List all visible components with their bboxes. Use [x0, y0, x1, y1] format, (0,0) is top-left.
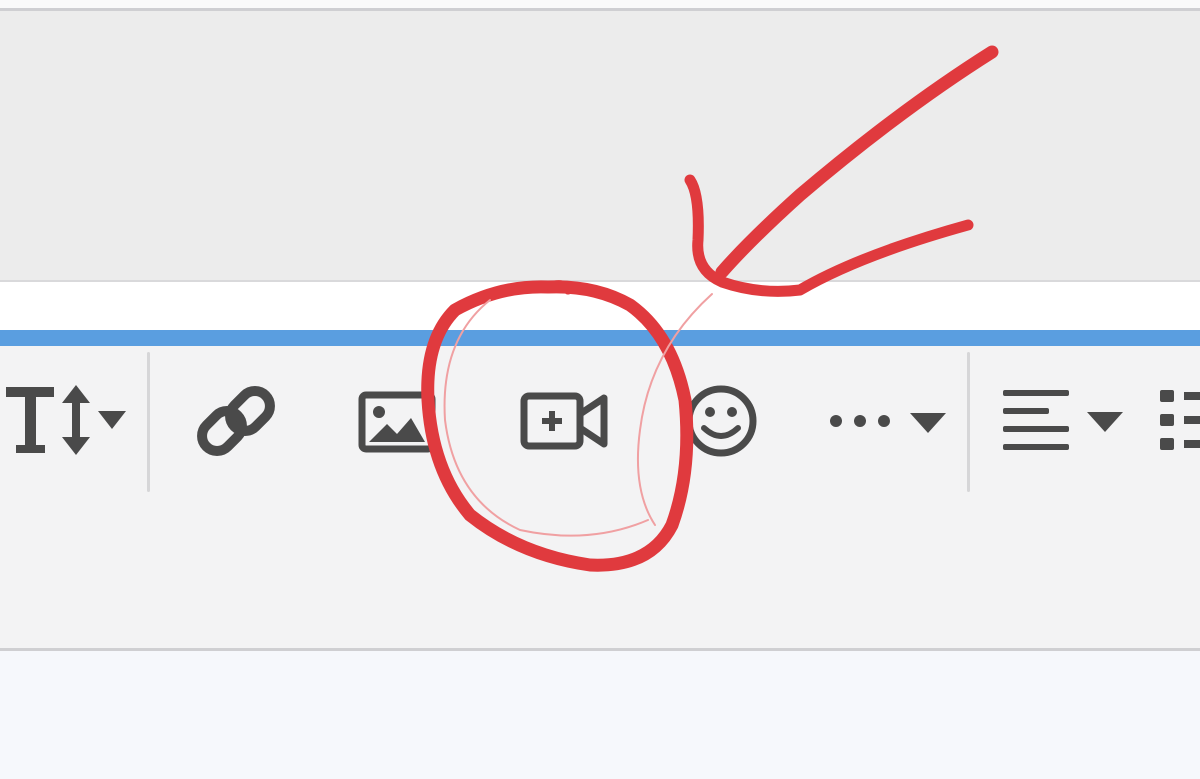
link-button[interactable]	[197, 382, 278, 462]
editor-content-area[interactable]	[0, 651, 1200, 779]
link-icon	[197, 386, 275, 456]
text-size-icon	[6, 385, 126, 455]
more-options-icon	[830, 413, 946, 433]
toolbar-separator	[967, 352, 970, 492]
emoji-icon	[685, 385, 757, 457]
add-video-button[interactable]	[520, 392, 608, 452]
header-area	[0, 11, 1200, 282]
list-button[interactable]	[1160, 390, 1200, 452]
top-edge	[0, 0, 1200, 11]
emoji-button[interactable]	[684, 384, 758, 458]
text-size-button[interactable]	[6, 385, 131, 457]
list-icon	[1160, 390, 1200, 450]
toolbar-separator	[147, 352, 150, 492]
more-options-button[interactable]	[828, 405, 948, 435]
focus-accent-line	[0, 330, 1200, 346]
align-left-icon	[1003, 390, 1123, 450]
input-strip[interactable]	[0, 282, 1200, 330]
editor-screenshot	[0, 0, 1200, 779]
image-button[interactable]	[358, 391, 436, 453]
video-add-icon	[520, 392, 608, 450]
align-button[interactable]	[1003, 390, 1125, 454]
image-icon	[358, 391, 436, 453]
